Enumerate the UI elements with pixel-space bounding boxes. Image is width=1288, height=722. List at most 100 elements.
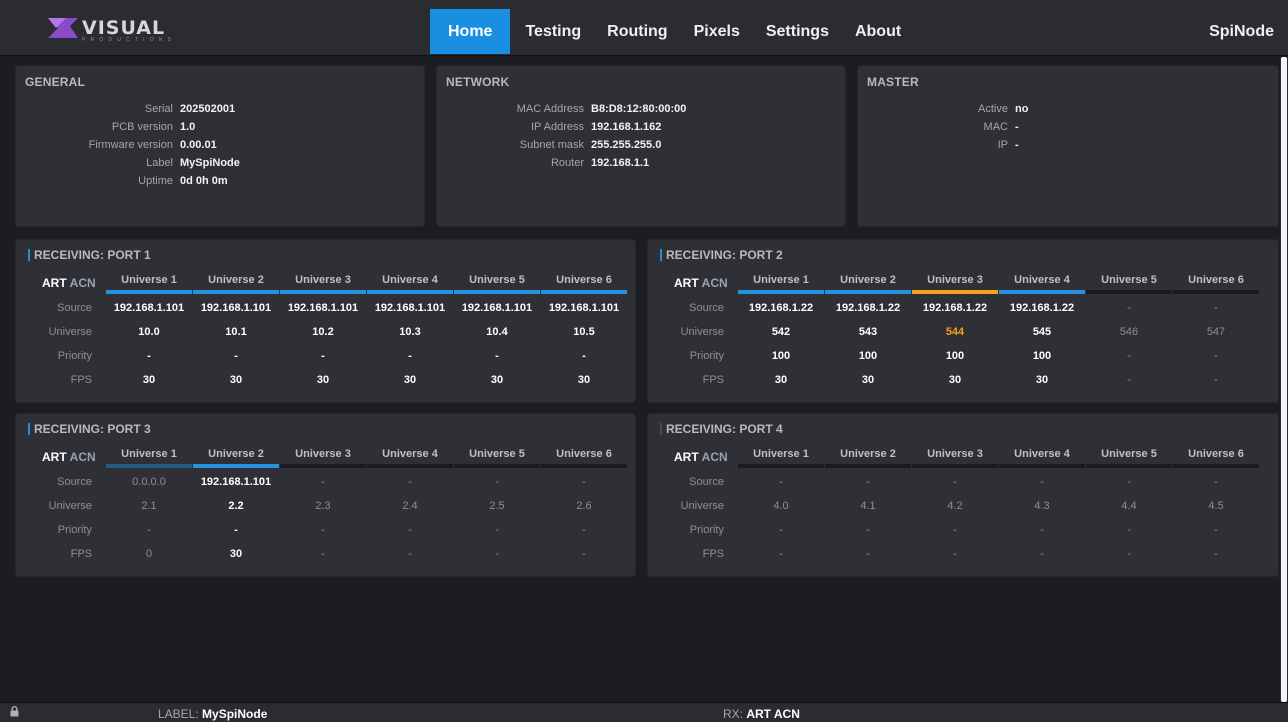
table-cell-universe: 4.4 xyxy=(1121,500,1137,512)
panel-title: GENERAL xyxy=(25,75,86,89)
table-cell-priority: 100 xyxy=(858,350,878,362)
scrollbar-thumb[interactable] xyxy=(1281,57,1287,702)
universe-activity-bar xyxy=(454,464,540,468)
table-cell-priority: - xyxy=(147,524,151,536)
info-key: Router xyxy=(550,157,584,169)
table-cell-priority: 100 xyxy=(1032,350,1052,362)
table-cell-source: - xyxy=(1214,302,1218,314)
info-key: PCB version xyxy=(111,121,173,133)
table-cell-priority: - xyxy=(321,350,325,362)
universe-column-header: Universe 3 xyxy=(295,274,351,286)
table-cell-fps: 30 xyxy=(1035,374,1049,386)
table-cell-universe: 10.4 xyxy=(486,326,508,338)
table-cell-universe: 10.2 xyxy=(312,326,334,338)
table-cell-priority: - xyxy=(234,524,238,536)
info-key: Serial xyxy=(144,103,173,115)
info-key: IP Address xyxy=(531,121,584,133)
table-cell-universe: 543 xyxy=(858,326,878,338)
info-value: B8:D8:12:80:00:00 xyxy=(591,103,687,115)
status-bar: LABEL: MySpiNode RX: ART ACN xyxy=(0,702,1288,722)
table-cell-priority: - xyxy=(408,524,412,536)
label-prefix: LABEL: xyxy=(158,707,203,721)
table-cell-priority: - xyxy=(1127,524,1131,536)
port-4-panel: RECEIVING: PORT 4 ART ACN Universe 1 Univers… xyxy=(648,414,1278,576)
table-cell-source: - xyxy=(866,476,870,488)
table-cell-fps: - xyxy=(321,548,325,560)
table-cell-fps: - xyxy=(582,548,586,560)
table-cell-priority: - xyxy=(147,350,151,362)
nav-pixels[interactable]: Pixels xyxy=(681,9,753,54)
nav-settings[interactable]: Settings xyxy=(753,9,842,54)
table-cell-universe: 2.1 xyxy=(141,500,157,512)
universe-activity-bar xyxy=(367,464,453,468)
universe-column-header: Universe 2 xyxy=(840,448,896,460)
info-key: Subnet mask xyxy=(519,139,584,151)
row-label-source: Source xyxy=(689,476,724,488)
port-1-panel: RECEIVING: PORT 1 ART ACN Universe 1 Univers… xyxy=(16,240,635,402)
table-cell-source: 192.168.1.101 xyxy=(200,476,272,488)
table-cell-fps: - xyxy=(779,548,783,560)
table-cell-universe: 2.3 xyxy=(315,500,331,512)
row-label-fps: FPS xyxy=(70,548,92,560)
nav-home[interactable]: Home xyxy=(430,9,511,54)
table-cell-source: - xyxy=(321,476,325,488)
table-cell-fps: 30 xyxy=(490,374,504,386)
row-label-universe: Universe xyxy=(48,326,92,338)
universe-activity-bar xyxy=(280,464,366,468)
universe-activity-bar xyxy=(367,290,453,294)
main-nav: Home Testing Routing Pixels Settings Abo… xyxy=(430,9,914,54)
rx-value: ART ACN xyxy=(746,707,800,721)
port-indicator xyxy=(660,423,662,435)
row-label-universe: Universe xyxy=(680,326,724,338)
nav-testing[interactable]: Testing xyxy=(512,9,594,54)
nav-about[interactable]: About xyxy=(842,9,914,54)
table-cell-universe: 4.5 xyxy=(1208,500,1224,512)
row-label-source: Source xyxy=(57,476,92,488)
universe-column-header: Universe 1 xyxy=(753,448,809,460)
table-cell-universe: 546 xyxy=(1119,326,1139,338)
top-bar: VISUAL PRODUCTIONS Home Testing Routing … xyxy=(0,0,1288,56)
universe-column-header: Universe 6 xyxy=(1188,448,1244,460)
info-key: IP xyxy=(997,139,1008,151)
universe-column-header: Universe 3 xyxy=(295,448,351,460)
universe-activity-bar xyxy=(1086,464,1172,468)
table-cell-fps: 30 xyxy=(774,374,788,386)
network-panel: NETWORK MAC Address B8:D8:12:80:00:00 IP … xyxy=(437,66,845,226)
universe-column-header: Universe 4 xyxy=(1014,274,1070,286)
lock-icon[interactable] xyxy=(10,706,19,720)
info-key: Uptime xyxy=(138,175,173,187)
acn-label: ACN xyxy=(701,276,728,290)
table-cell-priority: - xyxy=(321,524,325,536)
universe-activity-bar xyxy=(541,464,627,468)
universe-column-header: Universe 3 xyxy=(927,448,983,460)
label-value: MySpiNode xyxy=(202,707,268,721)
table-cell-universe: 4.3 xyxy=(1034,500,1050,512)
universe-activity-bar xyxy=(912,464,998,468)
table-cell-source: 192.168.1.22 xyxy=(922,302,988,314)
page-scrollbar[interactable] xyxy=(1280,57,1288,702)
info-key: MAC xyxy=(983,121,1008,133)
table-cell-source: 192.168.1.101 xyxy=(287,302,359,314)
nav-routing[interactable]: Routing xyxy=(594,9,680,54)
table-cell-fps: - xyxy=(1040,548,1044,560)
table-cell-source: - xyxy=(953,476,957,488)
panel-title: NETWORK xyxy=(446,75,510,89)
table-cell-fps: 30 xyxy=(948,374,962,386)
universe-activity-bar xyxy=(193,464,279,468)
port-title-text: RECEIVING: PORT 1 xyxy=(34,248,151,262)
protocol-label: ART ACN xyxy=(42,450,96,464)
table-cell-source: - xyxy=(1040,476,1044,488)
table-cell-universe: 10.1 xyxy=(225,326,247,338)
table-cell-priority: - xyxy=(1214,524,1218,536)
port-title-text: RECEIVING: PORT 3 xyxy=(34,422,151,436)
table-cell-fps: - xyxy=(1127,548,1131,560)
rx-status: RX: ART ACN xyxy=(723,707,800,721)
table-cell-priority: - xyxy=(582,350,586,362)
table-cell-universe: 2.6 xyxy=(576,500,592,512)
table-cell-fps: - xyxy=(1214,374,1218,386)
visual-productions-logo: VISUAL PRODUCTIONS xyxy=(48,17,188,44)
info-value: no xyxy=(1015,103,1029,115)
universe-activity-bar xyxy=(825,290,911,294)
info-value: 1.0 xyxy=(180,121,196,133)
art-label: ART xyxy=(674,276,699,290)
